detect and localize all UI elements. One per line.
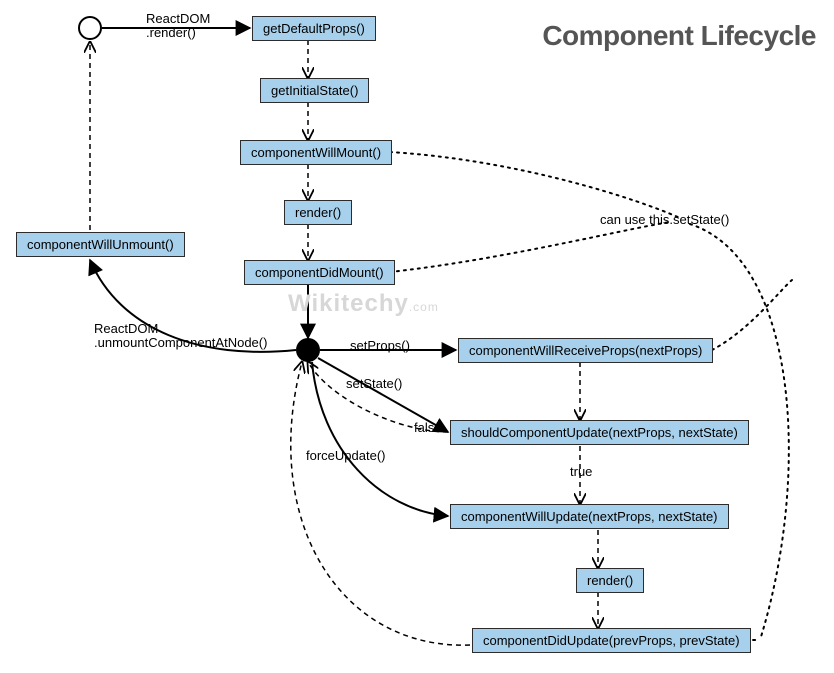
watermark-main: Wikitechy [288, 290, 409, 317]
node-render-update: render() [576, 568, 644, 593]
label-setProps: setProps() [350, 338, 410, 353]
node-getDefaultProps: getDefaultProps() [252, 16, 376, 41]
watermark-suffix: .com [409, 300, 439, 314]
node-render-mount: render() [284, 200, 352, 225]
watermark: Wikitechy.com [288, 290, 439, 318]
node-componentWillReceiveProps: componentWillReceiveProps(nextProps) [458, 338, 713, 363]
node-componentWillUnmount: componentWillUnmount() [16, 232, 185, 257]
node-componentWillMount: componentWillMount() [240, 140, 392, 165]
label-false: false [414, 420, 441, 435]
label-setState: setState() [346, 376, 402, 391]
node-componentDidMount: componentDidMount() [244, 260, 395, 285]
label-reactdom-unmount: ReactDOM .unmountComponentAtNode() [94, 322, 267, 350]
start-node [78, 16, 102, 40]
label-forceUpdate: forceUpdate() [306, 448, 385, 463]
node-componentWillUpdate: componentWillUpdate(nextProps, nextState… [450, 504, 729, 529]
label-reactdom-render: ReactDOM .render() [146, 12, 210, 40]
node-componentDidUpdate: componentDidUpdate(prevProps, prevState) [472, 628, 751, 653]
node-getInitialState: getInitialState() [260, 78, 369, 103]
node-shouldComponentUpdate: shouldComponentUpdate(nextProps, nextSta… [450, 420, 749, 445]
diagram-title: Component Lifecycle [542, 20, 816, 52]
hub-node [296, 338, 320, 362]
label-can-use-setstate: can use this.setState() [600, 212, 729, 227]
label-true: true [570, 464, 592, 479]
